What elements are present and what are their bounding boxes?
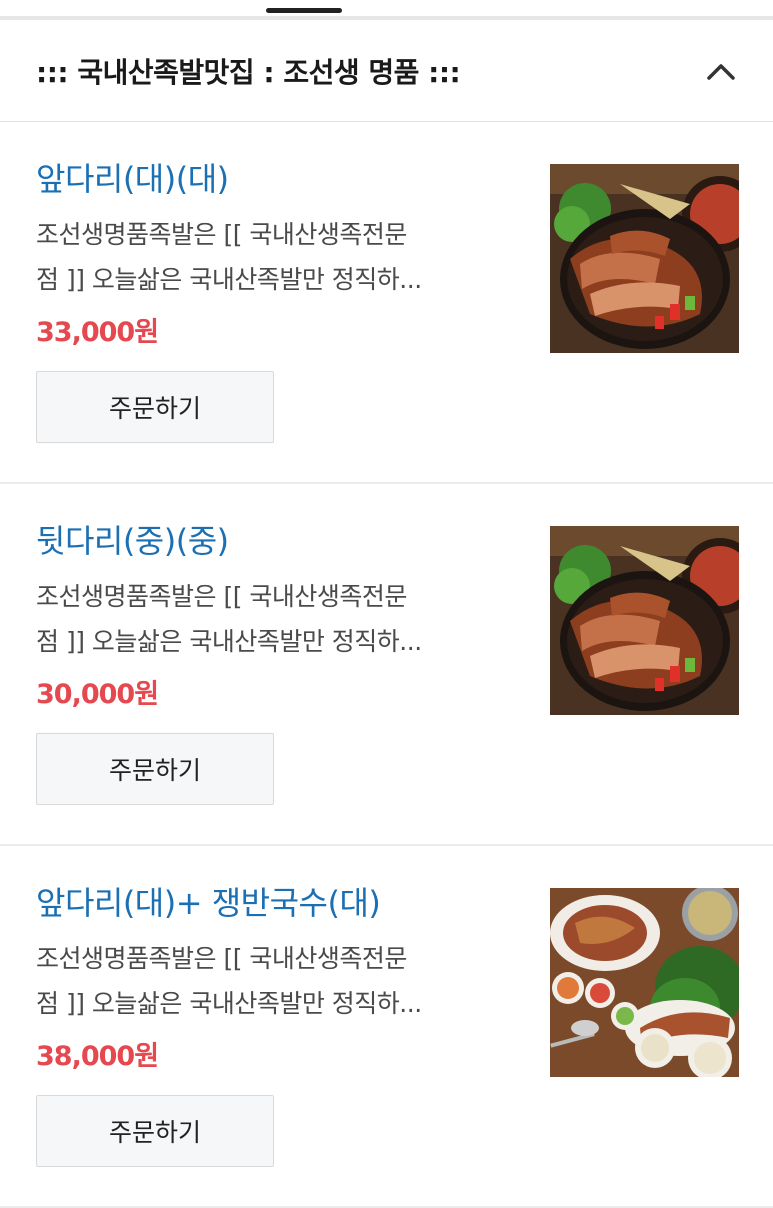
description-line: 조선생명품족발은 [[ 국내산생족전문 — [36, 582, 407, 611]
jokbal-noodle-set-photo[interactable] — [550, 888, 739, 1077]
order-button[interactable]: 주문하기 — [36, 371, 274, 443]
menu-item-name[interactable]: 뒷다리(중)(중) — [36, 516, 229, 562]
menu-item-name[interactable]: 앞다리(대)(대) — [36, 154, 229, 200]
menu-item-description: 조선생명품족발은 [[ 국내산생족전문 점 ]] 오늘삶은 국내산족발만 정직하… — [36, 936, 506, 1026]
menu-section-header[interactable]: ::: 국내산족발맛집 : 조선생 명품 ::: — [0, 20, 773, 122]
menu-item-description: 조선생명품족발은 [[ 국내산생족전문 점 ]] 오늘삶은 국내산족발만 정직하… — [36, 574, 506, 664]
jokbal-platter-photo[interactable] — [550, 526, 739, 715]
description-line: 점 ]] 오늘삶은 국내산족발만 정직하... — [36, 627, 422, 656]
chevron-up-icon — [707, 63, 735, 80]
menu-item-name[interactable]: 앞다리(대)+ 쟁반국수(대) — [36, 878, 381, 924]
jokbal-platter-photo[interactable] — [550, 164, 739, 353]
description-line: 조선생명품족발은 [[ 국내산생족전문 — [36, 220, 407, 249]
order-button[interactable]: 주문하기 — [36, 733, 274, 805]
menu-item[interactable]: 뒷다리(중)(중) 조선생명품족발은 [[ 국내산생족전문 점 ]] 오늘삶은 … — [0, 484, 773, 846]
description-line: 점 ]] 오늘삶은 국내산족발만 정직하... — [36, 989, 422, 1018]
description-line: 점 ]] 오늘삶은 국내산족발만 정직하... — [36, 265, 422, 294]
drag-handle[interactable] — [266, 8, 342, 13]
menu-item-price: 30,000원 — [36, 679, 159, 710]
description-line: 조선생명품족발은 [[ 국내산생족전문 — [36, 944, 407, 973]
section-title: ::: 국내산족발맛집 : 조선생 명품 ::: — [36, 55, 461, 89]
order-button[interactable]: 주문하기 — [36, 1095, 274, 1167]
menu-item-price: 38,000원 — [36, 1041, 159, 1072]
sheet-top-bar — [0, 0, 773, 20]
menu-item-price: 33,000원 — [36, 317, 159, 348]
menu-item[interactable]: 앞다리(대)+ 쟁반국수(대) 조선생명품족발은 [[ 국내산생족전문 점 ]]… — [0, 846, 773, 1208]
collapse-button[interactable] — [701, 51, 741, 91]
menu-item-description: 조선생명품족발은 [[ 국내산생족전문 점 ]] 오늘삶은 국내산족발만 정직하… — [36, 212, 506, 302]
menu-item[interactable]: 앞다리(대)(대) 조선생명품족발은 [[ 국내산생족전문 점 ]] 오늘삶은 … — [0, 122, 773, 484]
